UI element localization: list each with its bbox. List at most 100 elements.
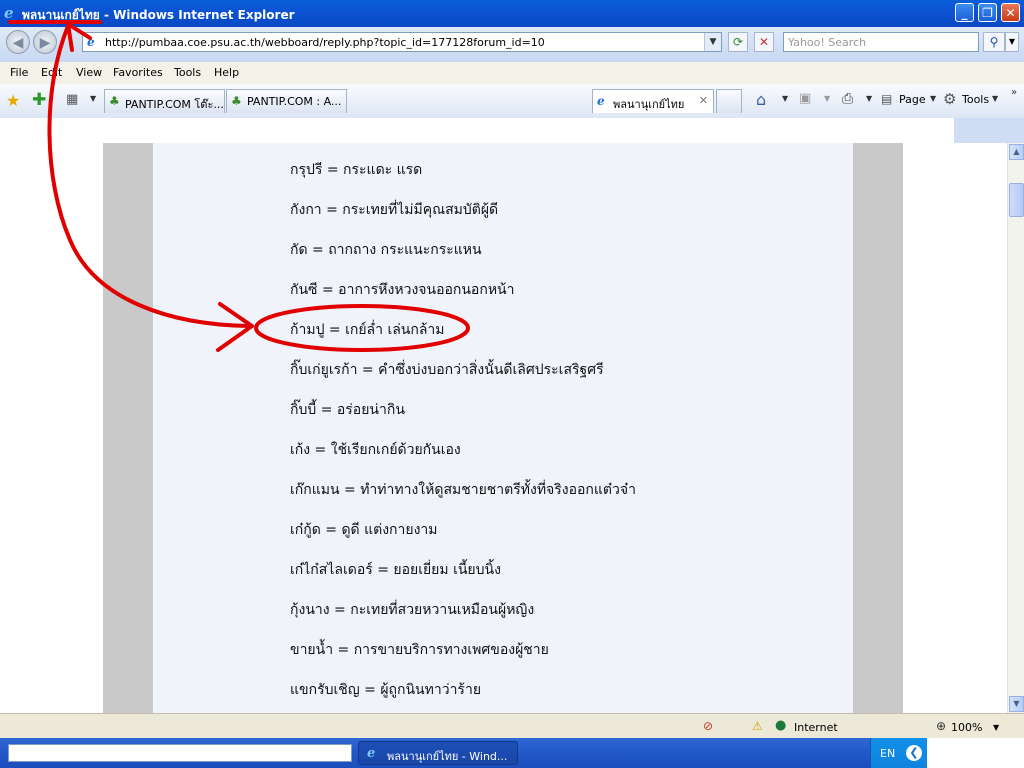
ie-logo-icon: e: [4, 4, 14, 22]
taskbar-window-button[interactable]: e พลนานุเกย์ไทย - Wind...: [358, 741, 518, 765]
protected-mode-icon: ⚠: [752, 719, 763, 733]
feeds-dropdown-icon[interactable]: ▼: [824, 94, 830, 103]
search-placeholder: Yahoo! Search: [788, 36, 867, 49]
glossary-entry: เก๊กแมน = ทำท่าทางให้ดูสมชายชาตรีทั้งที่…: [290, 482, 636, 498]
address-toolbar: ◀ ▶ e http://pumbaa.coe.psu.ac.th/webboa…: [0, 27, 1024, 63]
taskbar: e พลนานุเกย์ไทย - Wind... EN ❮: [0, 738, 1024, 768]
menu-file[interactable]: File: [10, 66, 28, 79]
zoom-dropdown-icon[interactable]: ▼: [993, 723, 999, 732]
search-options-button[interactable]: ▼: [1005, 32, 1019, 52]
title-bar[interactable]: e พลนานุเกย์ไทย - Windows Internet Explo…: [0, 0, 1024, 27]
zoom-icon[interactable]: ⊕: [936, 719, 946, 733]
menu-bar: File Edit View Favorites Tools Help: [0, 62, 1024, 85]
taskbar-address-input[interactable]: [8, 744, 352, 762]
taskbar-window-label: พลนานุเกย์ไทย - Wind...: [387, 750, 508, 763]
print-dropdown-icon[interactable]: ▼: [866, 94, 872, 103]
glossary-entry: กัด = ถากถาง กระแนะกระแหน: [290, 242, 482, 258]
tray-expand-icon[interactable]: ❮: [906, 745, 922, 761]
more-chevron-icon[interactable]: »: [1011, 87, 1017, 98]
restore-icon: ❐: [982, 6, 993, 20]
tab-pantip-1[interactable]: ♣ PANTIP.COM โต๊ะ...: [104, 89, 225, 113]
scroll-thumb[interactable]: [1009, 183, 1024, 217]
glossary-entry: กังกา = กระเทยที่ไม่มีคุณสมบัติผู้ดี: [290, 202, 499, 218]
page-content: กรุปรี = กระแดะ แรด กังกา = กระเทยที่ไม่…: [0, 143, 1007, 713]
search-input[interactable]: Yahoo! Search: [783, 32, 979, 52]
zoom-level[interactable]: 100%: [951, 721, 982, 734]
security-zone: Internet: [794, 721, 838, 734]
add-favorite-icon[interactable]: ✚: [32, 90, 46, 110]
stop-icon: ✕: [758, 35, 770, 49]
address-dropdown-icon[interactable]: ▼: [704, 33, 721, 51]
tray-clock-area: [927, 738, 1024, 768]
stop-button[interactable]: ✕: [754, 32, 774, 52]
menu-edit[interactable]: Edit: [41, 66, 62, 79]
cactus-icon: ♣: [231, 94, 242, 108]
scroll-down-icon: ▼: [1013, 699, 1020, 708]
scroll-down-button[interactable]: ▼: [1009, 696, 1024, 712]
back-button[interactable]: ◀: [6, 30, 30, 54]
cactus-icon: ♣: [109, 94, 120, 108]
home-dropdown-icon[interactable]: ▼: [782, 94, 788, 103]
glossary-entry: เก้ง = ใช้เรียกเกย์ด้วยกันเอง: [290, 442, 461, 458]
language-indicator[interactable]: EN: [880, 747, 895, 760]
status-bar: ⊘ ⚠ ● Internet ⊕ 100% ▼: [0, 713, 1024, 739]
favorites-star-icon[interactable]: ★: [6, 91, 20, 110]
new-tab-button[interactable]: [716, 89, 742, 113]
menu-help[interactable]: Help: [214, 66, 239, 79]
menu-tools[interactable]: Tools: [174, 66, 201, 79]
gear-icon: ⚙: [943, 90, 957, 108]
close-button[interactable]: ✕: [1001, 3, 1020, 22]
home-icon[interactable]: ⌂: [756, 90, 766, 109]
page-ie-icon: e: [87, 35, 95, 49]
feeds-icon[interactable]: ▣: [799, 91, 811, 106]
glossary-entry: กันซี = อาการหึงหวงจนออกนอกหน้า: [290, 282, 515, 298]
glossary-entry: กิ๊บบี้ = อร่อยน่ากิน: [290, 402, 405, 418]
window-title: พลนานุเกย์ไทย - Windows Internet Explore…: [22, 8, 295, 22]
ie-icon: e: [367, 746, 376, 761]
system-tray: EN ❮: [870, 738, 1024, 768]
minimize-icon: _: [961, 6, 968, 20]
ie-icon: e: [597, 94, 605, 108]
tab-active[interactable]: e พลนานุเกย์ไทย ✕: [592, 89, 714, 113]
glossary-entry: เก๋ไก๋สไลเดอร์ = ยอยเยี่ยม เนี้ยบนิ้ง: [290, 562, 501, 578]
globe-icon: ●: [775, 718, 787, 733]
page-menu-button[interactable]: Page: [899, 93, 926, 106]
refresh-button[interactable]: ⟳: [728, 32, 748, 52]
quick-tabs-icon[interactable]: ▦: [66, 92, 78, 107]
refresh-icon: ⟳: [732, 35, 744, 49]
tab-label: PANTIP.COM : A...: [247, 95, 342, 108]
popup-blocker-icon[interactable]: ⊘: [703, 719, 713, 733]
glossary-entry: กรุปรี = กระแดะ แรด: [290, 162, 423, 178]
minimize-button[interactable]: _: [955, 3, 974, 22]
tools-dropdown-icon[interactable]: ▼: [992, 94, 998, 103]
vertical-scrollbar[interactable]: ▲ ▼: [1007, 143, 1024, 713]
scroll-up-button[interactable]: ▲: [1009, 144, 1024, 160]
print-icon[interactable]: ⎙: [842, 91, 853, 107]
tab-label: PANTIP.COM โต๊ะ...: [125, 98, 224, 111]
chevron-down-icon: ▼: [1008, 37, 1016, 46]
info-strip: [0, 118, 1024, 144]
page-icon: ▤: [881, 92, 893, 106]
restore-button[interactable]: ❐: [978, 3, 997, 22]
tab-pantip-2[interactable]: ♣ PANTIP.COM : A...: [226, 89, 347, 113]
page-dropdown-icon[interactable]: ▼: [930, 94, 936, 103]
back-arrow-icon: ◀: [12, 35, 24, 51]
strip-highlight: [954, 118, 1024, 143]
forward-arrow-icon: ▶: [39, 35, 51, 51]
menu-favorites[interactable]: Favorites: [113, 66, 163, 79]
content-panel: [153, 143, 853, 713]
glossary-entry: เก๋กู้ด = ดูดี แต่งกายงาม: [290, 522, 438, 538]
tab-list-dropdown-icon[interactable]: ▼: [90, 94, 96, 103]
glossary-entry: ขายน้ำ = การขายบริการทางเพศของผู้ชาย: [290, 642, 549, 658]
forward-button[interactable]: ▶: [33, 30, 57, 54]
glossary-entry: แขกรับเชิญ = ผู้ถูกนินทาว่าร้าย: [290, 682, 482, 698]
scroll-up-icon: ▲: [1013, 147, 1020, 156]
menu-view[interactable]: View: [76, 66, 102, 79]
address-field[interactable]: e http://pumbaa.coe.psu.ac.th/webboard/r…: [82, 32, 722, 52]
address-url: http://pumbaa.coe.psu.ac.th/webboard/rep…: [105, 36, 545, 49]
close-icon: ✕: [1005, 6, 1016, 20]
tools-menu-button[interactable]: Tools: [962, 93, 989, 106]
tab-close-icon[interactable]: ✕: [699, 94, 708, 107]
search-button[interactable]: ⚲: [983, 32, 1005, 52]
tab-bar: ★ ✚ ▦ ▼ ♣ PANTIP.COM โต๊ะ... ♣ PANTIP.CO…: [0, 84, 1024, 119]
